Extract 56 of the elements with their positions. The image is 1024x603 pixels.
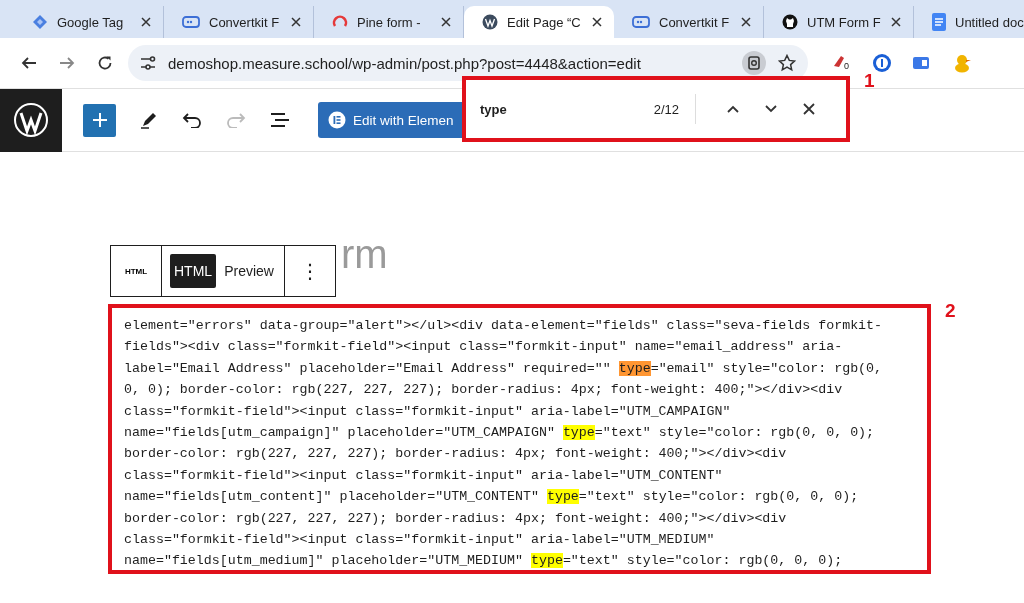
close-icon[interactable] bbox=[291, 17, 301, 27]
code-line: border-color: rgb(227, 227, 227); border-radius: 4px; font-weight: 400;"></div><div bbox=[124, 445, 787, 464]
code-line: name="fields[utm_content]" placeholder="UTM_CONTENT" type="text" style="color: rgb(0, 0, 0); bbox=[124, 488, 859, 507]
block-type-label[interactable]: HTML bbox=[111, 246, 162, 296]
code-line: name="fields[utm_campaign]" placeholder="UTM_CAMPAIGN" type="text" style="color: rgb(0, 0, 0); bbox=[124, 424, 875, 443]
elementor-button[interactable]: Edit with Elemen bbox=[318, 102, 464, 138]
annotation-number: 2 bbox=[945, 300, 956, 322]
site-settings-icon[interactable] bbox=[140, 56, 156, 70]
find-icon[interactable] bbox=[742, 51, 766, 75]
code-line: fields"><div class="formkit-field"><input class="formkit-input" name="email_address" aria- bbox=[124, 338, 843, 357]
close-icon[interactable] bbox=[891, 17, 901, 27]
code-line: class="formkit-field"><input class="formkit-input" aria-label="UTM_CAMPAIGN" bbox=[124, 402, 731, 421]
diamond-icon bbox=[32, 14, 48, 30]
code-line: border-color: rgb(227, 227, 227); border-radius: 4px; font-weight: 400;"></div><div bbox=[124, 509, 787, 528]
list-view-icon[interactable] bbox=[270, 112, 290, 128]
code-line: element="errors" data-group="alert"></ul><div data-element="fields" class="seva-fields formkit- bbox=[124, 317, 883, 335]
address-bar[interactable]: demoshop.measure.school/wp-admin/post.php?post=4448&action=edit bbox=[128, 45, 808, 81]
form-icon bbox=[182, 15, 200, 29]
plus-icon bbox=[91, 112, 108, 128]
mode-tab[interactable]: Preview bbox=[220, 254, 278, 288]
find-field[interactable]: type bbox=[480, 101, 654, 117]
code-line: class="formkit-field"><input class="formkit-input" aria-label="UTM_CONTENT" bbox=[124, 466, 723, 485]
close-icon[interactable] bbox=[592, 17, 602, 27]
code-line: 0, 0); border-color: rgb(227, 227, 227); border-radius: 4px; font-weight: 400;"></div><div bbox=[124, 381, 843, 400]
password-icon[interactable] bbox=[872, 53, 892, 73]
reload-icon[interactable] bbox=[97, 55, 113, 71]
undo-icon[interactable] bbox=[182, 112, 202, 128]
more-options-button[interactable]: ⋮ bbox=[284, 246, 335, 296]
cat-icon bbox=[782, 14, 798, 30]
back-icon[interactable] bbox=[21, 55, 37, 71]
close-icon[interactable] bbox=[441, 17, 451, 27]
document-icon bbox=[932, 13, 946, 31]
browser-tab[interactable]: Edit Page “C bbox=[464, 6, 614, 38]
close-icon[interactable] bbox=[141, 17, 151, 27]
elementor-icon bbox=[328, 111, 346, 129]
url-text: demoshop.measure.school/wp-admin/post.php?post=4448&action=edit bbox=[168, 54, 642, 72]
code-editor[interactable] bbox=[108, 304, 931, 574]
page-title: rm bbox=[341, 232, 388, 277]
pencil-icon[interactable] bbox=[140, 111, 158, 129]
wordpress-icon bbox=[482, 14, 498, 30]
add-block-button[interactable] bbox=[83, 103, 116, 137]
code-line: name="fields[utm_medium]" placeholder="UTM_MEDIUM" type="text" style="color: rgb(0, 0, 0); bbox=[124, 552, 843, 570]
annotation-number: 1 bbox=[864, 70, 875, 92]
mode-tab[interactable]: HTML bbox=[170, 254, 217, 288]
down-icon[interactable] bbox=[764, 104, 778, 114]
wordpress-logo[interactable] bbox=[13, 102, 49, 138]
code-line: class="formkit-field"><input class="formkit-input" aria-label="UTM_MEDIUM" bbox=[124, 531, 715, 550]
match-count: 2/12 bbox=[653, 101, 679, 117]
up-icon[interactable] bbox=[726, 104, 740, 114]
star-icon[interactable] bbox=[778, 54, 796, 72]
extension-icon[interactable] bbox=[912, 54, 932, 72]
forward-icon[interactable] bbox=[59, 55, 75, 71]
close-icon[interactable] bbox=[741, 17, 751, 27]
close-icon[interactable] bbox=[803, 103, 815, 115]
code-line: label="Email Address" placeholder="Email Address" required="" type="email" style="color: rgb(0, bbox=[124, 359, 883, 378]
form-icon bbox=[632, 15, 650, 29]
